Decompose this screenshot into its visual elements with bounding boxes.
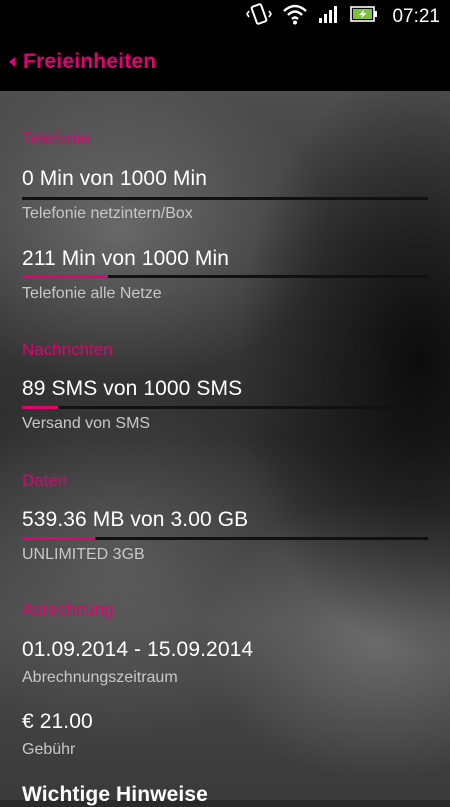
sms-progress	[22, 406, 428, 409]
telefonie-alle-netze-progress	[22, 275, 428, 278]
wifi-icon	[282, 3, 308, 30]
battery-charging-icon	[350, 5, 378, 28]
sms-label: Versand von SMS	[22, 415, 151, 432]
signal-icon	[318, 4, 340, 29]
data-usage-value: 539.36 MB von 3.00 GB	[22, 508, 249, 531]
important-notes-link[interactable]: Wichtige Hinweise	[22, 783, 208, 807]
section-header-nachrichten: Nachrichten	[22, 340, 113, 359]
billing-period-label: Abrechnungszeitraum	[22, 669, 178, 686]
telefonie-netzintern-value: 0 Min von 1000 Min	[22, 167, 208, 190]
status-bar: 07:21	[0, 0, 450, 33]
telefonie-netzintern-label: Telefonie netzintern/Box	[22, 205, 193, 222]
data-usage-progress-fill	[22, 537, 96, 540]
back-arrow-icon[interactable]	[9, 57, 15, 67]
page-title: Freieinheiten	[23, 50, 157, 73]
fee-label: Gebühr	[22, 741, 76, 758]
data-usage-progress	[22, 537, 428, 540]
sms-value: 89 SMS von 1000 SMS	[22, 377, 243, 400]
status-icons: 07:21	[246, 0, 440, 33]
billing-period-value: 01.09.2014 - 15.09.2014	[22, 638, 254, 661]
telefonie-alle-netze-label: Telefonie alle Netze	[22, 285, 162, 302]
section-header-abrechnung: Abrechnung	[22, 600, 114, 619]
fee-value: € 21.00	[22, 710, 93, 733]
status-time: 07:21	[392, 5, 440, 27]
telefonie-alle-netze-value: 211 Min von 1000 Min	[22, 247, 230, 270]
data-plan-label: UNLIMITED 3GB	[22, 546, 145, 563]
telefonie-netzintern-progress	[22, 197, 428, 200]
vibrate-icon	[246, 3, 273, 30]
section-header-daten: Daten	[22, 471, 68, 490]
action-bar[interactable]: Freieinheiten	[0, 33, 450, 91]
section-header-telefonie: Telefonie	[22, 129, 91, 148]
sms-progress-fill	[22, 406, 59, 409]
telefonie-alle-netze-progress-fill	[22, 275, 108, 278]
